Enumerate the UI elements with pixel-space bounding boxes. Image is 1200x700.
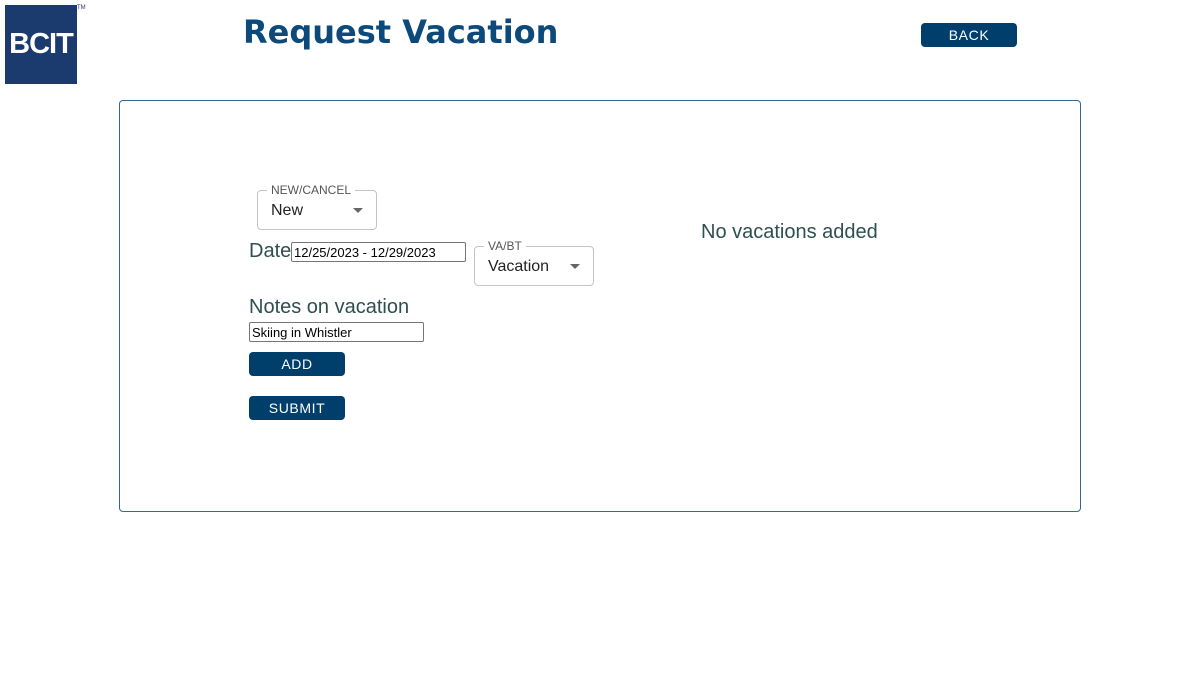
- date-label: Date: [249, 240, 292, 262]
- va-bt-select[interactable]: VA/BT Vacation: [474, 239, 594, 286]
- dropdown-arrow-icon: [353, 208, 363, 213]
- trademark-mark: TM: [77, 5, 86, 11]
- back-button[interactable]: BACK: [921, 23, 1017, 47]
- request-panel: NEW/CANCEL New Date VA/BT Vacation Notes…: [119, 100, 1081, 512]
- submit-button[interactable]: SUBMIT: [249, 396, 345, 420]
- dropdown-arrow-icon: [570, 264, 580, 269]
- date-range-input[interactable]: [291, 242, 466, 262]
- notes-input[interactable]: [249, 322, 424, 342]
- new-cancel-value: New: [271, 202, 304, 219]
- add-button[interactable]: ADD: [249, 352, 345, 376]
- va-bt-value: Vacation: [488, 258, 550, 275]
- new-cancel-select[interactable]: NEW/CANCEL New: [257, 183, 377, 230]
- new-cancel-label: NEW/CANCEL: [267, 183, 356, 197]
- notes-label: Notes on vacation: [249, 296, 410, 318]
- no-vacations-message: No vacations added: [701, 221, 878, 243]
- va-bt-label: VA/BT: [484, 239, 526, 253]
- page-title: Request Vacation: [243, 13, 559, 51]
- bcit-logo: BCIT: [5, 5, 77, 84]
